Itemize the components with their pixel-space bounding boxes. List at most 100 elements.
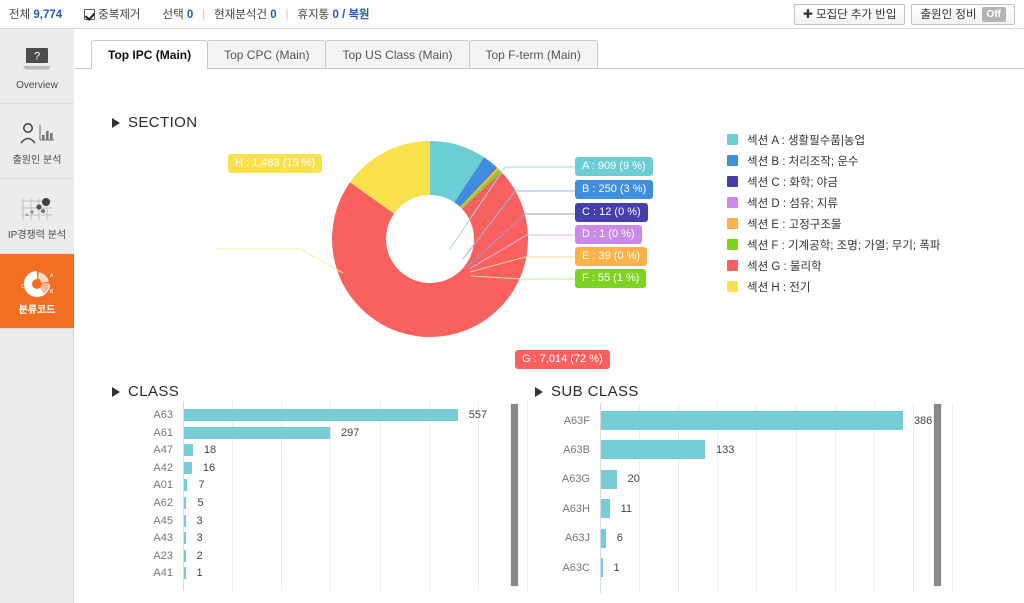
legend-swatch-e (727, 218, 738, 229)
legend-item[interactable]: 섹션 F : 기계공학; 조명; 가열; 무기; 폭파 (727, 234, 1017, 255)
svg-text:?: ? (34, 50, 40, 62)
tab-top-ipc-main[interactable]: Top IPC (Main) (91, 40, 209, 69)
bar-value-label: 133 (716, 443, 735, 456)
bar-value-label: 18 (203, 444, 217, 457)
subclass-right-scrollbar[interactable] (933, 403, 942, 587)
gridline (477, 401, 479, 591)
section-legend: 섹션 A : 생활필수품|농업 섹션 B : 처리조작; 운수 섹션 C : 화… (727, 129, 1017, 297)
restore-link[interactable]: 복원 (348, 9, 369, 21)
legend-item[interactable]: 섹션 G : 물리학 (727, 255, 1017, 276)
sidebar-item-ip-competitiveness[interactable]: IP경쟁력 분석 (0, 179, 74, 254)
bar-value-label: 557 (468, 409, 488, 421)
svg-text:B: B (50, 289, 54, 295)
bar-a63c[interactable] (601, 558, 603, 577)
trash-count[interactable]: 휴지통 0 / 복원 (298, 6, 370, 22)
sidebar-item-label: IP경쟁력 분석 (7, 229, 67, 241)
trash-label: 휴지통 (297, 9, 330, 21)
left-sidebar: ? Overview 출원인 분석 IP경쟁력 분석 A B C 분류코드 (0, 29, 74, 603)
bar-a63g[interactable] (601, 469, 617, 489)
top-toolbar: 전체 9,774 중복제거 선택 0 | 현재분석건 0 | 휴지통 0 / 복… (0, 0, 1024, 29)
legend-label: 섹션 G : 물리학 (747, 260, 822, 273)
main-content: Top IPC (Main) Top CPC (Main) Top US Cla… (75, 29, 1024, 603)
add-population-label: 모집단 추가 반입 (815, 9, 897, 21)
legend-item[interactable]: 섹션 B : 처리조작; 운수 (727, 150, 1017, 171)
triangle-right-icon (112, 117, 120, 128)
checkbox-checked-icon[interactable] (84, 8, 96, 20)
bar-a63f[interactable] (601, 411, 903, 430)
bar-category-label: A63H (562, 502, 590, 515)
sidebar-item-applicant-analysis[interactable]: 출원인 분석 (0, 104, 74, 179)
legend-swatch-g (727, 260, 738, 271)
bar-category-label: A23 (153, 549, 173, 562)
current-analysis-count[interactable]: 현재분석건 0 (214, 6, 277, 22)
bar-a63h[interactable] (601, 499, 610, 519)
subclass-bar-chart: A63F386A63B133A63G20A63H11A63J6A63C10501… (500, 373, 953, 603)
add-population-button[interactable]: ✚ 모집단 추가 반입 (793, 3, 906, 25)
applicant-cleanup-button[interactable]: 출원인 정비 Off (911, 3, 1015, 25)
select-count[interactable]: 선택 0 (162, 6, 193, 22)
divider: | (202, 8, 206, 20)
tab-bar: Top IPC (Main) Top CPC (Main) Top US Cla… (75, 40, 1024, 69)
bar-a63b[interactable] (601, 440, 706, 460)
divider: | (285, 8, 289, 20)
current-value: 0 (270, 9, 277, 21)
gridline (639, 403, 641, 594)
sidebar-item-classification-code[interactable]: A B C 분류코드 (0, 254, 74, 329)
bar-category-label: A63J (564, 532, 590, 545)
bar-a47[interactable] (184, 444, 193, 457)
legend-item[interactable]: 섹션 D : 섬유; 지류 (727, 192, 1017, 213)
legend-swatch-a (727, 134, 738, 145)
legend-swatch-c (727, 176, 738, 187)
bar-value-label: 2 (196, 549, 203, 562)
bar-a61[interactable] (184, 426, 330, 439)
bar-a62[interactable] (184, 497, 187, 509)
select-value: 0 (186, 9, 194, 21)
legend-label: 섹션 F : 기계공학; 조명; 가열; 무기; 폭파 (747, 239, 941, 252)
bar-category-label: A42 (153, 461, 173, 474)
pie-label-h: H : 1,483 (15 %) (228, 154, 323, 173)
legend-label: 섹션 H : 전기 (747, 281, 811, 294)
legend-item[interactable]: 섹션 E : 고정구조물 (727, 213, 1017, 234)
tab-label: Top F-term (Main) (485, 47, 581, 62)
bar-value-label: 3 (196, 532, 203, 545)
person-bar-chart-icon (18, 117, 56, 151)
legend-label: 섹션 E : 고정구조물 (747, 218, 842, 231)
dedup-checkbox[interactable]: 중복제거 (84, 6, 140, 22)
bar-category-label: A62 (153, 497, 173, 509)
tab-top-f-term-main[interactable]: Top F-term (Main) (468, 40, 598, 68)
bar-category-label: A63F (563, 414, 590, 427)
bar-a63j[interactable] (601, 528, 606, 548)
bar-a42[interactable] (184, 461, 192, 474)
legend-swatch-h (727, 281, 738, 292)
current-label: 현재분석건 (214, 9, 268, 21)
dedup-label: 중복제거 (98, 9, 141, 21)
donut-chart-icon: A B C (19, 267, 55, 301)
tab-top-us-class-main[interactable]: Top US Class (Main) (325, 40, 470, 68)
tab-top-cpc-main[interactable]: Top CPC (Main) (207, 40, 327, 68)
bar-a23[interactable] (184, 549, 186, 562)
bar-category-label: A63C (562, 561, 590, 574)
pie-slice-g[interactable] (332, 171, 528, 337)
bar-value-label: 386 (913, 414, 933, 427)
tab-label: Top IPC (Main) (108, 48, 192, 62)
tab-label: Top CPC (Main) (224, 47, 310, 62)
bar-a43[interactable] (184, 532, 186, 545)
bar-a45[interactable] (184, 514, 186, 527)
pie-label-f: F : 55 (1 %) (575, 269, 647, 288)
applicant-cleanup-toggle[interactable]: Off (981, 6, 1006, 22)
sidebar-item-overview[interactable]: ? Overview (0, 29, 74, 104)
gridline (873, 403, 875, 594)
gridline (678, 403, 680, 594)
legend-item[interactable]: 섹션 H : 전기 (727, 276, 1017, 297)
legend-item[interactable]: 섹션 A : 생활필수품|농업 (727, 129, 1017, 150)
legend-item[interactable]: 섹션 C : 화학; 야금 (727, 171, 1017, 192)
bar-a63[interactable] (184, 409, 458, 421)
gridline (379, 401, 381, 591)
gridline (912, 403, 914, 594)
bar-a01[interactable] (184, 479, 188, 492)
pie-label-e: E : 39 (0 %) (575, 247, 648, 266)
subclass-left-scrollbar[interactable] (510, 403, 519, 587)
total-count: 전체 9,774 (9, 6, 62, 22)
application-window: 전체 9,774 중복제거 선택 0 | 현재분석건 0 | 휴지통 0 / 복… (0, 0, 1024, 603)
bar-a41[interactable] (184, 567, 186, 580)
